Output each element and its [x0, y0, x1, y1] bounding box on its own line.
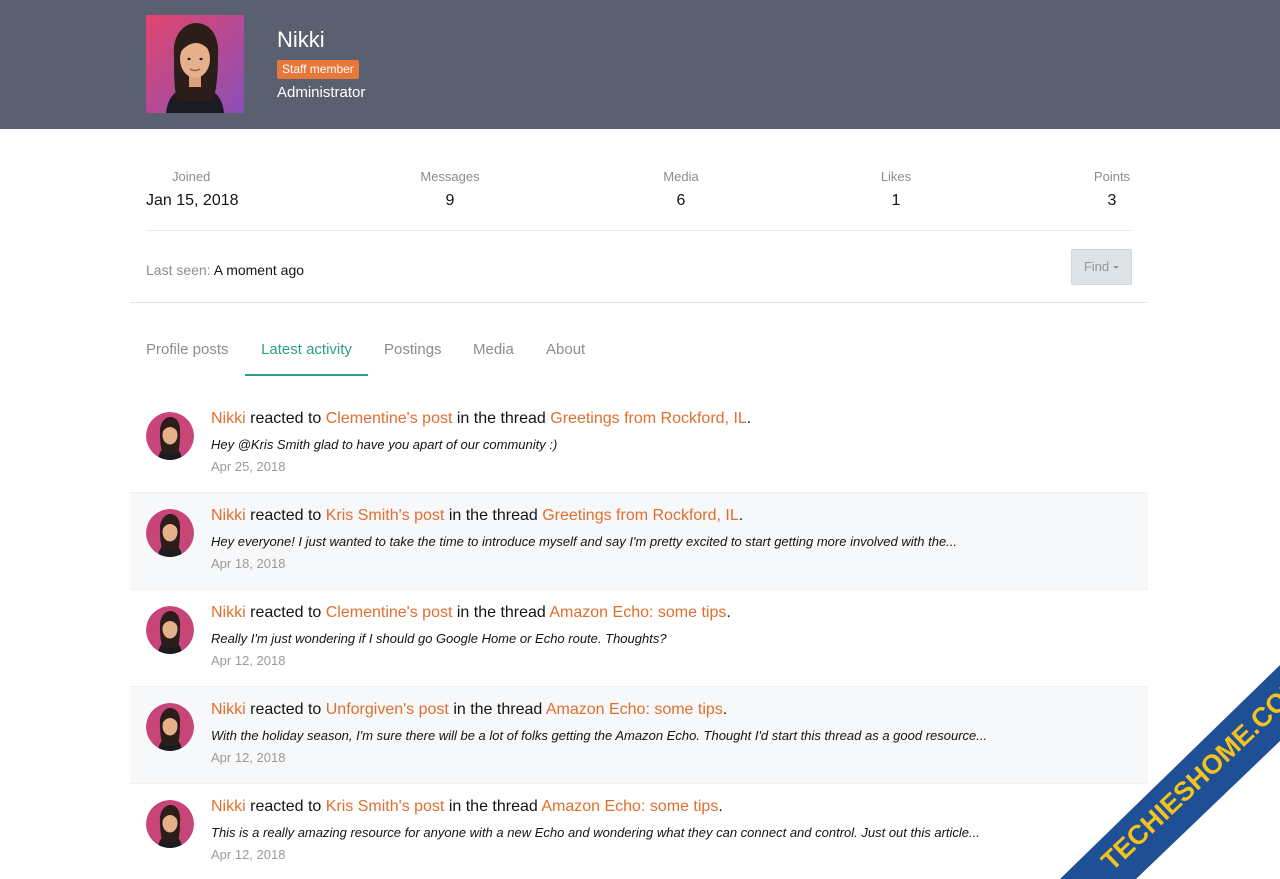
watermark-ribbon: TECHIESHOME.COM — [1060, 665, 1280, 879]
activity-mid: in the thread — [448, 507, 538, 524]
activity-verb: reacted to — [250, 798, 322, 815]
profile-title: Administrator — [277, 84, 366, 101]
activity-date: Apr 12, 2018 — [211, 847, 286, 862]
stat-media[interactable]: Media 6 — [641, 169, 721, 210]
activity-end: . — [718, 798, 723, 815]
divider — [130, 302, 1148, 303]
list-item: Nikki reacted to Unforgiven's post in th… — [130, 687, 1148, 784]
stat-points[interactable]: Points 3 — [1072, 169, 1152, 210]
thread-link[interactable]: Amazon Echo: some tips — [549, 604, 726, 621]
activity-end: . — [722, 701, 728, 718]
activity-snippet: Hey @Kris Smith glad to have you apart o… — [211, 437, 558, 452]
user-link[interactable]: Nikki — [211, 410, 246, 427]
find-button[interactable]: Find — [1071, 249, 1132, 285]
activity-mid: in the thread — [453, 701, 543, 718]
tab-media[interactable]: Media — [473, 330, 514, 376]
stat-value: 6 — [676, 192, 686, 209]
post-link[interactable]: Unforgiven's post — [326, 701, 449, 718]
activity-text: Nikki reacted to Clementine's post in th… — [211, 410, 751, 428]
stat-value: 1 — [891, 192, 901, 209]
activity-text: Nikki reacted to Unforgiven's post in th… — [211, 701, 727, 719]
activity-end: . — [738, 507, 744, 524]
tab-profile-posts[interactable]: Profile posts — [146, 330, 229, 376]
activity-mid: in the thread — [456, 410, 546, 427]
stat-label: Media — [663, 169, 699, 184]
tab-latest-activity[interactable]: Latest activity — [245, 330, 368, 376]
user-link[interactable]: Nikki — [211, 798, 246, 815]
stat-label: Joined — [172, 169, 211, 184]
activity-verb: reacted to — [250, 701, 322, 718]
activity-verb: reacted to — [250, 410, 322, 427]
activity-mid: in the thread — [456, 604, 546, 621]
user-link[interactable]: Nikki — [211, 507, 246, 524]
list-item: Nikki reacted to Kris Smith's post in th… — [130, 784, 1148, 879]
post-link[interactable]: Kris Smith's post — [326, 798, 445, 815]
stat-label: Messages — [420, 169, 480, 184]
stat-joined: Joined Jan 15, 2018 — [146, 169, 239, 210]
stat-label: Likes — [880, 169, 912, 184]
activity-snippet: With the holiday season, I'm sure there … — [211, 728, 988, 743]
activity-date: Apr 18, 2018 — [211, 556, 286, 571]
find-button-label: Find — [1083, 259, 1110, 274]
last-seen-label: Last seen: — [146, 262, 211, 278]
post-link[interactable]: Clementine's post — [326, 410, 453, 427]
activity-text: Nikki reacted to Clementine's post in th… — [211, 604, 731, 622]
caret-down-icon — [1113, 266, 1120, 270]
activity-date: Apr 12, 2018 — [211, 750, 286, 765]
activity-text: Nikki reacted to Kris Smith's post in th… — [211, 507, 743, 525]
thread-link[interactable]: Greetings from Rockford, IL — [550, 410, 747, 427]
profile-name: Nikki — [277, 27, 325, 52]
avatar[interactable] — [146, 509, 194, 557]
stat-value: 9 — [445, 192, 455, 209]
avatar[interactable] — [146, 606, 194, 654]
last-seen: Last seen: A moment ago — [146, 262, 304, 278]
activity-end: . — [746, 410, 752, 427]
profile-avatar[interactable] — [146, 15, 244, 113]
activity-end: . — [726, 604, 731, 621]
activity-date: Apr 12, 2018 — [211, 653, 286, 668]
thread-link[interactable]: Amazon Echo: some tips — [546, 701, 723, 718]
activity-verb: reacted to — [250, 507, 322, 524]
activity-text: Nikki reacted to Kris Smith's post in th… — [211, 798, 723, 816]
avatar[interactable] — [146, 703, 194, 751]
tab-postings[interactable]: Postings — [384, 330, 442, 376]
activity-mid: in the thread — [448, 798, 538, 815]
stat-value: 3 — [1107, 192, 1117, 209]
list-item: Nikki reacted to Clementine's post in th… — [130, 590, 1148, 687]
thread-link[interactable]: Amazon Echo: some tips — [541, 798, 718, 815]
staff-badge: Staff member — [277, 60, 359, 79]
activity-snippet: Hey everyone! I just wanted to take the … — [211, 534, 958, 549]
stat-likes[interactable]: Likes 1 — [856, 169, 936, 210]
user-link[interactable]: Nikki — [211, 701, 246, 718]
post-link[interactable]: Clementine's post — [326, 604, 453, 621]
avatar[interactable] — [146, 412, 194, 460]
list-item: Nikki reacted to Clementine's post in th… — [130, 396, 1148, 493]
activity-verb: reacted to — [250, 604, 322, 621]
stat-value: Jan 15, 2018 — [146, 192, 239, 209]
avatar[interactable] — [146, 800, 194, 848]
post-link[interactable]: Kris Smith's post — [326, 507, 445, 524]
divider — [146, 230, 1133, 231]
list-item: Nikki reacted to Kris Smith's post in th… — [130, 493, 1148, 590]
user-link[interactable]: Nikki — [211, 604, 246, 621]
last-seen-value: A moment ago — [213, 262, 305, 278]
tab-about[interactable]: About — [546, 330, 585, 376]
stat-messages[interactable]: Messages 9 — [410, 169, 490, 210]
stat-label: Points — [1093, 169, 1131, 184]
thread-link[interactable]: Greetings from Rockford, IL — [542, 507, 739, 524]
activity-snippet: This is a really amazing resource for an… — [211, 825, 980, 840]
activity-snippet: Really I'm just wondering if I should go… — [211, 631, 667, 646]
activity-date: Apr 25, 2018 — [211, 459, 286, 474]
